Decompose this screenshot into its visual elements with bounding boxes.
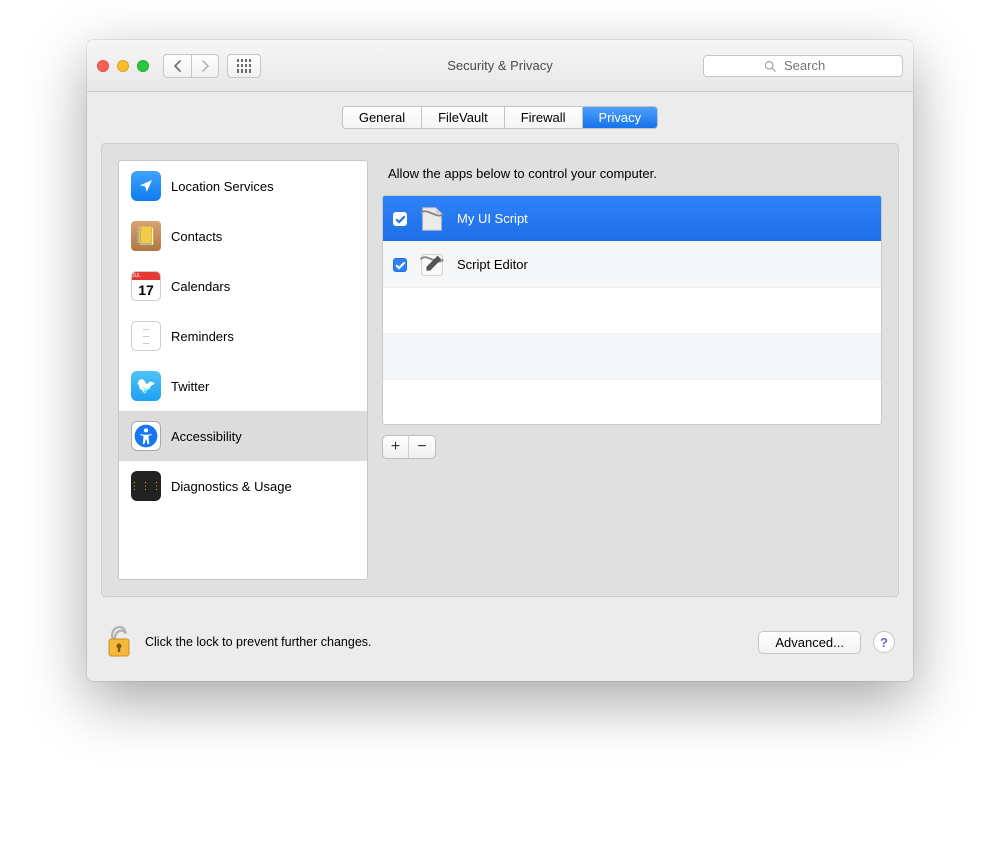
back-button[interactable] <box>163 54 191 78</box>
privacy-sidebar[interactable]: Location Services Contacts JUL 17 Calend… <box>118 160 368 580</box>
advanced-button[interactable]: Advanced... <box>758 631 861 654</box>
minimize-button[interactable] <box>117 60 129 72</box>
sidebar-item-label: Location Services <box>171 179 274 194</box>
app-checkbox[interactable] <box>393 212 407 226</box>
add-button[interactable]: + <box>383 436 409 458</box>
sidebar-item-label: Contacts <box>171 229 222 244</box>
sidebar-item-label: Reminders <box>171 329 234 344</box>
sidebar-item-accessibility[interactable]: Accessibility <box>119 411 367 461</box>
tab-general[interactable]: General <box>343 107 422 128</box>
app-label: My UI Script <box>457 211 528 226</box>
twitter-icon <box>131 371 161 401</box>
script-app-icon <box>417 204 447 234</box>
minus-icon: − <box>417 439 426 455</box>
titlebar: Security & Privacy <box>87 40 913 92</box>
chevron-left-icon <box>173 60 182 72</box>
sidebar-item-location-services[interactable]: Location Services <box>119 161 367 211</box>
script-editor-icon <box>417 250 447 280</box>
footer: Click the lock to prevent further change… <box>87 611 913 681</box>
show-all-button[interactable] <box>227 54 261 78</box>
app-list[interactable]: My UI Script Script Editor <box>382 195 882 425</box>
sidebar-item-label: Accessibility <box>171 429 242 444</box>
chevron-right-icon <box>201 60 210 72</box>
forward-button[interactable] <box>191 54 219 78</box>
location-icon <box>131 171 161 201</box>
tab-privacy[interactable]: Privacy <box>583 107 658 128</box>
app-row-empty <box>383 380 881 425</box>
plus-icon: + <box>391 439 400 455</box>
search-icon <box>764 60 776 72</box>
grid-icon <box>237 59 251 73</box>
search-input[interactable] <box>782 57 842 74</box>
zoom-button[interactable] <box>137 60 149 72</box>
app-row-empty <box>383 334 881 380</box>
accessibility-pane: Allow the apps below to control your com… <box>382 160 882 580</box>
app-checkbox[interactable] <box>393 258 407 272</box>
tabs-row: General FileVault Firewall Privacy <box>87 92 913 143</box>
preferences-window: Security & Privacy General FileVault Fir… <box>87 40 913 681</box>
sidebar-item-twitter[interactable]: Twitter <box>119 361 367 411</box>
sidebar-item-contacts[interactable]: Contacts <box>119 211 367 261</box>
search-field[interactable] <box>703 55 903 77</box>
content-area: Location Services Contacts JUL 17 Calend… <box>101 143 899 597</box>
tab-group: General FileVault Firewall Privacy <box>342 106 658 129</box>
app-label: Script Editor <box>457 257 528 272</box>
window-controls <box>97 60 149 72</box>
tab-firewall[interactable]: Firewall <box>505 107 583 128</box>
pane-header: Allow the apps below to control your com… <box>382 160 882 195</box>
sidebar-item-reminders[interactable]: Reminders <box>119 311 367 361</box>
app-row[interactable]: Script Editor <box>383 242 881 288</box>
tab-filevault[interactable]: FileVault <box>422 107 505 128</box>
close-button[interactable] <box>97 60 109 72</box>
help-button[interactable]: ? <box>873 631 895 653</box>
lock-icon[interactable] <box>105 625 133 659</box>
sidebar-item-calendars[interactable]: JUL 17 Calendars <box>119 261 367 311</box>
reminders-icon <box>131 321 161 351</box>
nav-buttons <box>163 54 219 78</box>
calendar-icon: JUL 17 <box>131 271 161 301</box>
app-row-empty <box>383 288 881 334</box>
sidebar-item-diagnostics[interactable]: Diagnostics & Usage <box>119 461 367 511</box>
lock-hint-text: Click the lock to prevent further change… <box>145 635 372 649</box>
app-row[interactable]: My UI Script <box>383 196 881 242</box>
add-remove-group: + − <box>382 435 436 459</box>
accessibility-icon <box>131 421 161 451</box>
remove-button[interactable]: − <box>409 436 435 458</box>
sidebar-item-label: Diagnostics & Usage <box>171 479 292 494</box>
sidebar-item-label: Calendars <box>171 279 230 294</box>
contacts-icon <box>131 221 161 251</box>
sidebar-item-label: Twitter <box>171 379 209 394</box>
diagnostics-icon <box>131 471 161 501</box>
